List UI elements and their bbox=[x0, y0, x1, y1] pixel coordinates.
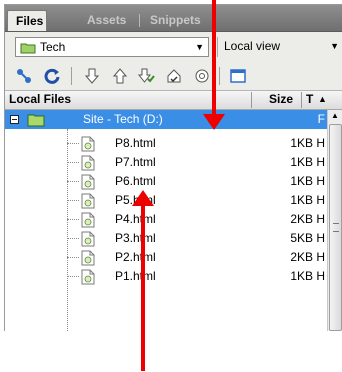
grip-icon bbox=[333, 223, 339, 232]
tab-assets[interactable]: Assets bbox=[79, 10, 134, 31]
file-name: P2.html bbox=[115, 250, 156, 264]
site-dropdown-value: Tech bbox=[40, 40, 66, 54]
column-divider bbox=[251, 92, 252, 108]
get-files-icon[interactable] bbox=[81, 65, 103, 87]
file-size: 1KB bbox=[290, 174, 313, 188]
local-files-list: Site - Tech (D:) F P8.html 1KB H P7.html 1KB… bbox=[5, 110, 327, 331]
expand-icon[interactable] bbox=[227, 65, 249, 87]
tree-connector bbox=[67, 257, 79, 258]
folder-icon bbox=[20, 41, 36, 59]
tree-connector bbox=[67, 181, 79, 182]
check-in-icon[interactable] bbox=[163, 65, 185, 87]
file-type: H bbox=[316, 136, 325, 150]
collapse-icon[interactable] bbox=[10, 115, 19, 124]
site-dropdown[interactable]: Tech ▼ bbox=[15, 37, 209, 57]
column-divider bbox=[301, 92, 302, 108]
put-files-icon[interactable] bbox=[109, 65, 131, 87]
file-list-header: Local Files Size T ▲ bbox=[5, 91, 342, 110]
view-dropdown-value: Local view bbox=[224, 39, 281, 53]
tab-files[interactable]: Files bbox=[7, 10, 47, 31]
file-type: H bbox=[316, 212, 325, 226]
site-root-type: F bbox=[317, 112, 325, 126]
file-type: H bbox=[316, 193, 325, 207]
toolbar-divider bbox=[219, 67, 220, 85]
file-size: 1KB bbox=[290, 269, 313, 283]
refresh-icon[interactable] bbox=[41, 65, 63, 87]
files-panel: Files Assets Snippets Tech ▼ Local view … bbox=[4, 4, 342, 331]
panel-tab-bar: Files Assets Snippets bbox=[5, 5, 342, 32]
file-type: H bbox=[316, 250, 325, 264]
tab-snippets[interactable]: Snippets bbox=[142, 10, 209, 31]
tree-row-site-root[interactable]: Site - Tech (D:) F bbox=[5, 110, 327, 129]
file-size: 2KB bbox=[290, 250, 313, 264]
chevron-down-icon: ▼ bbox=[195, 42, 204, 52]
tab-divider bbox=[139, 14, 140, 27]
file-size: 2KB bbox=[290, 212, 313, 226]
file-row[interactable]: P1.html 1KB H bbox=[5, 267, 327, 286]
file-type: H bbox=[316, 269, 325, 283]
column-type[interactable]: T bbox=[306, 91, 313, 108]
file-name: P3.html bbox=[115, 231, 156, 245]
column-size[interactable]: Size bbox=[269, 91, 293, 108]
file-row[interactable]: P4.html 2KB H bbox=[5, 210, 327, 229]
file-type: H bbox=[316, 174, 325, 188]
site-root-label: Site - Tech (D:) bbox=[83, 112, 163, 126]
file-name: P8.html bbox=[115, 136, 156, 150]
screenshot-stage: Files Assets Snippets Tech ▼ Local view … bbox=[0, 0, 342, 372]
file-name: P1.html bbox=[115, 269, 156, 283]
tree-connector bbox=[67, 276, 79, 277]
files-toolbar bbox=[5, 62, 342, 91]
file-name: P6.html bbox=[115, 174, 156, 188]
folder-icon bbox=[27, 113, 45, 133]
file-size: 1KB bbox=[290, 155, 313, 169]
file-name: P7.html bbox=[115, 155, 156, 169]
sort-arrow-icon: ▲ bbox=[318, 94, 327, 104]
file-row[interactable]: P8.html 1KB H bbox=[5, 134, 327, 153]
tree-connector bbox=[67, 162, 79, 163]
vertical-scrollbar[interactable]: ▲ bbox=[327, 110, 342, 331]
file-name: P4.html bbox=[115, 212, 156, 226]
file-type: H bbox=[316, 231, 325, 245]
file-size: 1KB bbox=[290, 193, 313, 207]
file-row[interactable]: P3.html 5KB H bbox=[5, 229, 327, 248]
tree-connector bbox=[67, 238, 79, 239]
connect-icon[interactable] bbox=[13, 65, 35, 87]
chevron-down-icon: ▼ bbox=[330, 41, 339, 51]
file-row[interactable]: P5.html 1KB H bbox=[5, 191, 327, 210]
sync-icon[interactable] bbox=[191, 65, 213, 87]
tree-connector bbox=[67, 143, 79, 144]
scroll-up-arrow-icon[interactable]: ▲ bbox=[331, 111, 339, 120]
file-size: 1KB bbox=[290, 136, 313, 150]
tree-connector bbox=[67, 219, 79, 220]
scrollbar-thumb[interactable] bbox=[329, 124, 342, 331]
toolbar-divider bbox=[71, 67, 72, 85]
site-selector-row: Tech ▼ Local view ▼ bbox=[5, 32, 342, 62]
file-type: H bbox=[316, 155, 325, 169]
check-out-icon[interactable] bbox=[135, 65, 157, 87]
html-file-icon bbox=[81, 269, 95, 291]
file-row[interactable]: P6.html 1KB H bbox=[5, 172, 327, 191]
file-size: 5KB bbox=[290, 231, 313, 245]
view-dropdown[interactable]: Local view ▼ bbox=[217, 37, 341, 57]
tree-connector bbox=[67, 200, 79, 201]
file-row[interactable]: P2.html 2KB H bbox=[5, 248, 327, 267]
file-row[interactable]: P7.html 1KB H bbox=[5, 153, 327, 172]
column-local-files[interactable]: Local Files bbox=[9, 91, 71, 108]
